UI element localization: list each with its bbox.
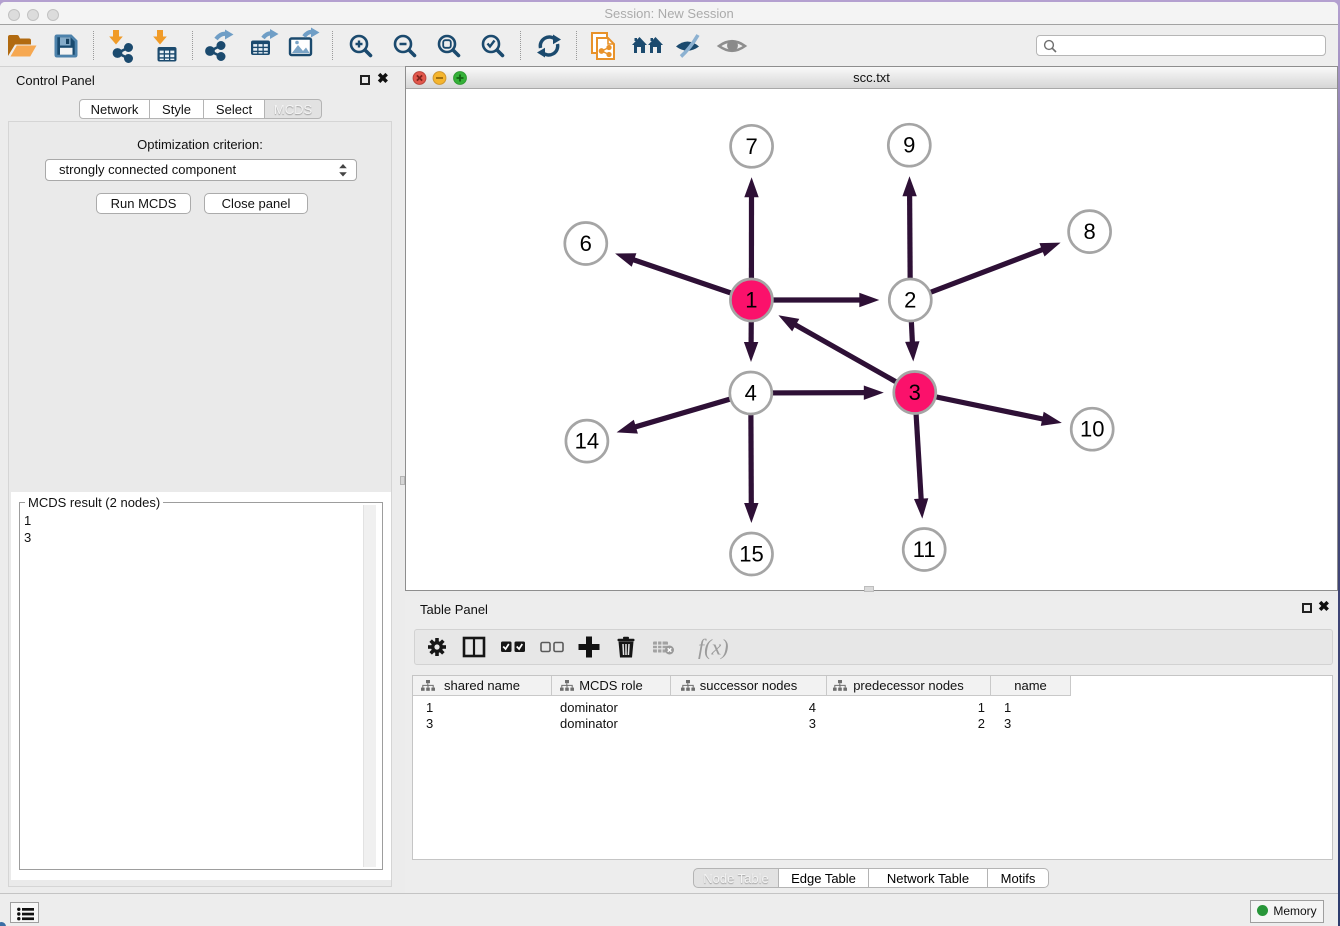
svg-text:9: 9 [903,133,915,158]
svg-text:8: 8 [1083,219,1095,244]
svg-text:3: 3 [909,380,921,405]
svg-text:2: 2 [904,288,916,313]
svg-text:10: 10 [1080,417,1104,442]
svg-text:4: 4 [745,381,757,406]
svg-text:15: 15 [739,542,763,567]
svg-text:7: 7 [745,134,757,159]
svg-text:6: 6 [580,231,592,256]
svg-text:11: 11 [913,537,936,562]
svg-text:1: 1 [745,288,757,313]
svg-text:14: 14 [575,429,599,454]
svg-text:f(x): f(x) [698,635,729,660]
